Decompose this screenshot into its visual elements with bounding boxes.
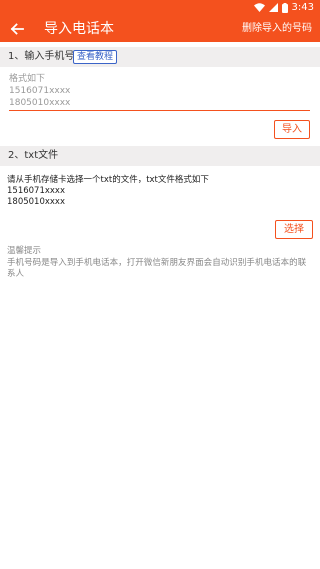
import-button[interactable]: 导入 xyxy=(274,120,310,139)
section-txt-file-label: 2、txt文件 xyxy=(8,150,59,161)
battery-icon xyxy=(281,2,288,13)
status-time: 3:43 xyxy=(291,2,314,13)
txt-format-description: 请从手机存储卡选择一个txt的文件，txt文件格式如下 1516071xxxx … xyxy=(7,175,209,207)
tips-body: 手机号码是导入到手机电话本，打开微信新朋友界面会自动识别手机电话本的联系人 xyxy=(7,258,307,279)
back-arrow-icon[interactable] xyxy=(8,20,26,38)
tips-title: 温馨提示 xyxy=(7,246,42,256)
signal-icon xyxy=(268,3,278,12)
app-bar: 导入电话本 删除导入的号码 xyxy=(0,16,320,42)
view-tutorial-button[interactable]: 查看教程 xyxy=(73,50,118,64)
wifi-icon xyxy=(253,3,265,12)
phone-number-input[interactable] xyxy=(9,73,310,111)
status-icons: 3:43 xyxy=(253,2,314,13)
status-bar: 3:43 xyxy=(0,0,320,16)
section-input-phone: 1、输入手机号 查看教程 xyxy=(0,47,320,67)
choose-file-button[interactable]: 选择 xyxy=(275,220,313,239)
section-txt-file: 2、txt文件 xyxy=(0,146,320,166)
delete-imported-button[interactable]: 删除导入的号码 xyxy=(242,21,312,37)
page-title: 导入电话本 xyxy=(44,21,114,37)
section-input-phone-label: 1、输入手机号 xyxy=(8,51,75,62)
